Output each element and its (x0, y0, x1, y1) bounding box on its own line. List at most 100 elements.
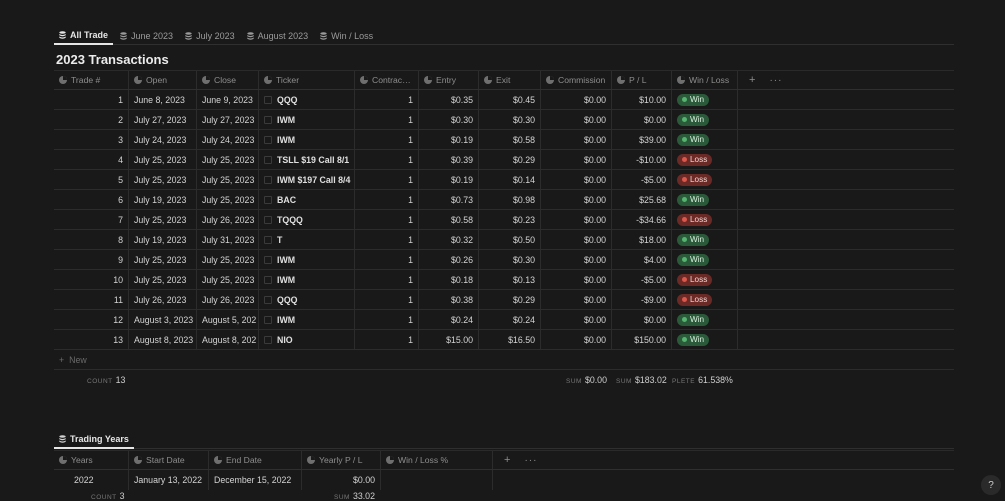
cell-entry[interactable]: $0.26 (419, 250, 479, 269)
more-options-icon[interactable]: ··· (759, 75, 782, 86)
cell-contracts[interactable]: 1 (355, 110, 419, 129)
column-header-commission[interactable]: Commission (541, 71, 612, 89)
tab-july-2023[interactable]: July 2023 (180, 26, 240, 45)
table-row[interactable]: 3 July 24, 2023 July 24, 2023 IWM 1 $0.19 $0.5… (54, 130, 954, 150)
table-row[interactable]: 8 July 19, 2023 July 31, 2023 T 1 $0.32 $0.50 $… (54, 230, 954, 250)
cell-entry[interactable]: $15.00 (419, 330, 479, 349)
count-calc[interactable]: COUNT 13 (87, 375, 125, 385)
cell-open[interactable]: July 26, 2023 (129, 290, 197, 309)
table-row[interactable]: 13 August 8, 2023 August 8, 202 NIO 1 $15.00 $… (54, 330, 954, 350)
column-header-ticker[interactable]: Ticker (259, 71, 355, 89)
cell-entry[interactable]: $0.73 (419, 190, 479, 209)
table-row[interactable]: 1 June 8, 2023 June 9, 2023 QQQ 1 $0.35 $0.45 $… (54, 90, 954, 110)
table-row[interactable]: 10 July 25, 2023 July 25, 2023 IWM 1 $0.18 $0.… (54, 270, 954, 290)
cell-years[interactable]: 2022 (54, 470, 129, 490)
cell-close[interactable]: July 25, 2023 (197, 190, 259, 209)
table-row[interactable]: 12 August 3, 2023 August 5, 202 IWM 1 $0.24 $0… (54, 310, 954, 330)
cell-pl[interactable]: $4.00 (612, 250, 672, 269)
cell-pl[interactable]: -$34.66 (612, 210, 672, 229)
table-row[interactable]: 5 July 25, 2023 July 25, 2023 IWM $197 Call… (54, 170, 954, 190)
table-row[interactable]: 2022 January 13, 2022 December 15, 2022 $0.… (54, 470, 954, 490)
cell-pl[interactable]: -$5.00 (612, 270, 672, 289)
cell-open[interactable]: July 25, 2023 (129, 210, 197, 229)
cell-ticker[interactable]: IWM (259, 270, 355, 289)
cell-contracts[interactable]: 1 (355, 190, 419, 209)
cell-exit[interactable]: $0.98 (479, 190, 541, 209)
cell-exit[interactable]: $0.24 (479, 310, 541, 329)
cell-win-loss[interactable]: Loss (672, 170, 738, 189)
cell-close[interactable]: August 5, 202 (197, 310, 259, 329)
cell-close[interactable]: July 25, 2023 (197, 250, 259, 269)
cell-commission[interactable]: $0.00 (541, 110, 612, 129)
cell-entry[interactable]: $0.35 (419, 90, 479, 109)
tab-trading-years[interactable]: Trading Years (54, 430, 134, 449)
cell-pl[interactable]: -$10.00 (612, 150, 672, 169)
cell-entry[interactable]: $0.19 (419, 130, 479, 149)
column-header-close[interactable]: Close (197, 71, 259, 89)
column-header-entry[interactable]: Entry (419, 71, 479, 89)
cell-commission[interactable]: $0.00 (541, 230, 612, 249)
cell-contracts[interactable]: 1 (355, 170, 419, 189)
column-header-start-date[interactable]: Start Date (129, 451, 209, 469)
cell-ticker[interactable]: IWM (259, 110, 355, 129)
more-options-icon[interactable]: ··· (514, 455, 537, 466)
cell-start-date[interactable]: January 13, 2022 (129, 470, 209, 490)
cell-win-loss[interactable]: Win (672, 330, 738, 349)
cell-win-loss[interactable]: Win (672, 110, 738, 129)
pl-sum-calc[interactable]: SUM $183.02 (616, 375, 667, 385)
column-header-win-loss[interactable]: Win / Loss (672, 71, 738, 89)
cell-open[interactable]: July 25, 2023 (129, 270, 197, 289)
cell-contracts[interactable]: 1 (355, 90, 419, 109)
cell-open[interactable]: July 27, 2023 (129, 110, 197, 129)
cell-exit[interactable]: $0.30 (479, 250, 541, 269)
add-column-plus-icon[interactable]: + (743, 74, 755, 86)
cell-close[interactable]: July 26, 2023 (197, 290, 259, 309)
cell-commission[interactable]: $0.00 (541, 130, 612, 149)
cell-commission[interactable]: $0.00 (541, 250, 612, 269)
cell-entry[interactable]: $0.38 (419, 290, 479, 309)
cell-win-loss-percent[interactable] (381, 470, 493, 490)
column-header-trade-number[interactable]: Trade # (54, 71, 129, 89)
cell-open[interactable]: July 25, 2023 (129, 150, 197, 169)
table-row[interactable]: 2 July 27, 2023 July 27, 2023 IWM 1 $0.30 $0.3… (54, 110, 954, 130)
cell-close[interactable]: July 31, 2023 (197, 230, 259, 249)
help-button[interactable]: ? (981, 475, 1001, 495)
cell-close[interactable]: July 25, 2023 (197, 150, 259, 169)
tab-june-2023[interactable]: June 2023 (115, 26, 178, 45)
cell-commission[interactable]: $0.00 (541, 290, 612, 309)
cell-win-loss[interactable]: Win (672, 310, 738, 329)
cell-exit[interactable]: $0.14 (479, 170, 541, 189)
add-column-plus-icon[interactable]: + (498, 454, 510, 466)
cell-pl[interactable]: $0.00 (612, 110, 672, 129)
cell-contracts[interactable]: 1 (355, 130, 419, 149)
cell-pl[interactable]: $0.00 (612, 310, 672, 329)
cell-exit[interactable]: $16.50 (479, 330, 541, 349)
cell-contracts[interactable]: 1 (355, 310, 419, 329)
tab-win-loss[interactable]: Win / Loss (315, 26, 378, 45)
table-row[interactable]: 7 July 25, 2023 July 26, 2023 TQQQ 1 $0.58 $0.… (54, 210, 954, 230)
cell-pl[interactable]: -$5.00 (612, 170, 672, 189)
column-header-yearly-pl[interactable]: Yearly P / L (302, 451, 381, 469)
cell-ticker[interactable]: IWM (259, 250, 355, 269)
cell-exit[interactable]: $0.13 (479, 270, 541, 289)
cell-ticker[interactable]: TQQQ (259, 210, 355, 229)
column-header-win-loss-percent[interactable]: Win / Loss % (381, 451, 493, 469)
cell-exit[interactable]: $0.58 (479, 130, 541, 149)
cell-contracts[interactable]: 1 (355, 270, 419, 289)
cell-win-loss[interactable]: Win (672, 130, 738, 149)
cell-entry[interactable]: $0.30 (419, 110, 479, 129)
cell-open[interactable]: August 8, 2023 (129, 330, 197, 349)
cell-entry[interactable]: $0.58 (419, 210, 479, 229)
cell-win-loss[interactable]: Win (672, 250, 738, 269)
cell-close[interactable]: August 8, 202 (197, 330, 259, 349)
cell-close[interactable]: July 26, 2023 (197, 210, 259, 229)
cell-win-loss[interactable]: Loss (672, 270, 738, 289)
cell-ticker[interactable]: QQQ (259, 290, 355, 309)
table-row[interactable]: 9 July 25, 2023 July 25, 2023 IWM 1 $0.26 $0.3… (54, 250, 954, 270)
cell-ticker[interactable]: IWM (259, 130, 355, 149)
tab-all-trade[interactable]: All Trade (54, 26, 114, 45)
cell-open[interactable]: August 3, 2023 (129, 310, 197, 329)
cell-pl[interactable]: $10.00 (612, 90, 672, 109)
cell-ticker[interactable]: NIO (259, 330, 355, 349)
cell-commission[interactable]: $0.00 (541, 310, 612, 329)
